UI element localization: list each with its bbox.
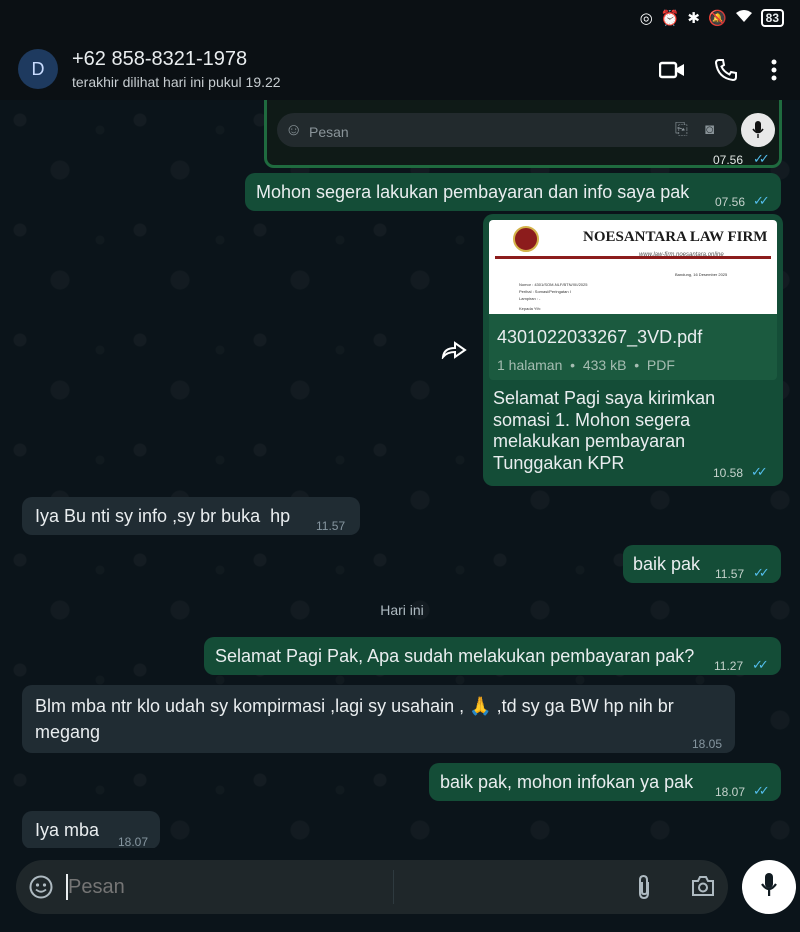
incoming-message[interactable]: Iya Bu nti sy info ,sy br buka hp 11.57 (22, 497, 360, 535)
wifi-icon (735, 9, 753, 27)
day-separator: Hari ini (380, 602, 424, 618)
camera-icon: ◙ (705, 121, 715, 138)
file-type: PDF (646, 357, 675, 373)
message-text: Mohon segera lakukan pembayaran dan info… (256, 182, 690, 202)
battery-indicator: 83 (760, 9, 784, 27)
mic-button[interactable] (742, 860, 796, 914)
message-time: 07.56 (715, 195, 746, 209)
read-ticks-icon: ✓✓ (753, 193, 770, 208)
doc-date: Bandung, 16 Desember 2025 (675, 272, 728, 277)
message-input[interactable] (68, 872, 388, 902)
meta-separator: • (566, 357, 583, 373)
image-message-partial[interactable]: ☺ Pesan ⎘ ◙ 07.56 ✓✓ (264, 100, 782, 168)
pray-emoji: 🙏 (469, 696, 492, 716)
message-text: Iya Bu nti sy info ,sy br buka hp (35, 506, 291, 526)
composer-divider (393, 870, 394, 904)
forward-icon[interactable] (440, 336, 468, 364)
doc-subheader: www.law-firm.noesantara.online (639, 252, 724, 258)
outgoing-message[interactable]: baik pak, mohon infokan ya pak 18.07 ✓✓ (429, 763, 781, 801)
screenshot-placeholder: Pesan (309, 124, 349, 140)
file-size: 433 kB (582, 357, 627, 373)
chat-area[interactable]: ☺ Pesan ⎘ ◙ 07.56 ✓✓ Mohon segera lakuka… (0, 100, 800, 860)
incoming-message[interactable]: Blm mba ntr klo udah sy kompirmasi ,lagi… (22, 685, 735, 753)
read-ticks-icon: ✓✓ (753, 565, 770, 580)
nfc-icon: ◎ (639, 10, 653, 27)
pdf-preview[interactable]: NOESANTARA LAW FIRM www.law-firm.noesant… (489, 220, 777, 314)
message-time: 18.05 (692, 737, 723, 751)
message-text: baik pak (633, 554, 701, 574)
document-message[interactable]: NOESANTARA LAW FIRM www.law-firm.noesant… (483, 214, 783, 486)
outgoing-message[interactable]: Selamat Pagi Pak, Apa sudah melakukan pe… (204, 637, 781, 675)
meta-separator: • (630, 357, 647, 373)
file-name: 4301022033267_3VD.pdf (497, 327, 703, 347)
more-options-icon[interactable] (760, 56, 788, 84)
message-time: 11.27 (714, 659, 744, 673)
incoming-message[interactable]: Iya mba 18.07 (22, 811, 160, 849)
message-text-line2: megang (35, 722, 101, 742)
message-time: 07.56 (713, 153, 744, 167)
message-text: Blm mba ntr klo udah sy kompirmasi ,lagi… (35, 695, 674, 717)
contact-name[interactable]: +62 858-8321-1978 (72, 48, 247, 71)
chat-header: D +62 858-8321-1978 terakhir dilihat har… (0, 36, 800, 100)
message-text-part: ,td sy ga BW hp nih br (496, 696, 674, 716)
file-pages: 1 halaman (497, 357, 563, 373)
avatar[interactable]: D (18, 49, 58, 89)
bluetooth-icon: ✱ (687, 10, 700, 27)
screenshot-input-bar: ☺ Pesan ⎘ ◙ (277, 113, 737, 147)
message-text: Selamat Pagi saya kirimkan somasi 1. Moh… (493, 388, 716, 473)
file-meta: 1 halaman • 433 kB • PDF (497, 354, 675, 376)
read-ticks-icon: ✓✓ (753, 783, 770, 798)
mute-icon: 🔕 (707, 10, 727, 27)
phone-icon[interactable] (712, 56, 740, 84)
last-seen-status: terakhir dilihat hari ini pukul 19.22 (72, 74, 281, 90)
message-time: 10.58 (713, 466, 744, 480)
outgoing-message[interactable]: baik pak 11.57 ✓✓ (623, 545, 781, 583)
message-time: 11.57 (316, 519, 346, 533)
doc-line: Saudara/i : DEDE RAHMAT KURNIAWA (519, 305, 593, 314)
file-info[interactable]: 4301022033267_3VD.pdf 1 halaman • 433 kB… (489, 314, 777, 380)
video-call-icon[interactable] (658, 56, 686, 84)
doc-rule (495, 256, 771, 259)
mic-icon (760, 872, 778, 903)
read-ticks-icon: ✓✓ (752, 657, 769, 672)
message-time: 11.57 (715, 567, 745, 581)
camera-icon[interactable] (690, 874, 716, 900)
message-text: Selamat Pagi Pak, Apa sudah melakukan pe… (215, 646, 695, 666)
emoji-icon: ☺ (285, 120, 303, 139)
emoji-icon[interactable] (28, 874, 54, 900)
message-time: 18.07 (715, 785, 746, 799)
read-ticks-icon: ✓✓ (753, 151, 770, 166)
alarm-icon: ⏰ (660, 10, 680, 27)
attach-icon[interactable] (636, 874, 660, 900)
mic-icon (741, 113, 775, 147)
attach-icon: ⎘ (675, 121, 688, 138)
status-bar: ◎ ⏰ ✱ 🔕 83 (0, 0, 800, 36)
read-ticks-icon: ✓✓ (751, 464, 768, 479)
message-text: baik pak, mohon infokan ya pak (440, 772, 694, 792)
message-text: Iya mba (35, 820, 100, 840)
outgoing-message[interactable]: Mohon segera lakukan pembayaran dan info… (245, 173, 781, 211)
doc-logo (513, 226, 539, 252)
message-text-part: Blm mba ntr klo udah sy kompirmasi ,lagi… (35, 696, 465, 716)
message-composer[interactable] (16, 860, 728, 914)
